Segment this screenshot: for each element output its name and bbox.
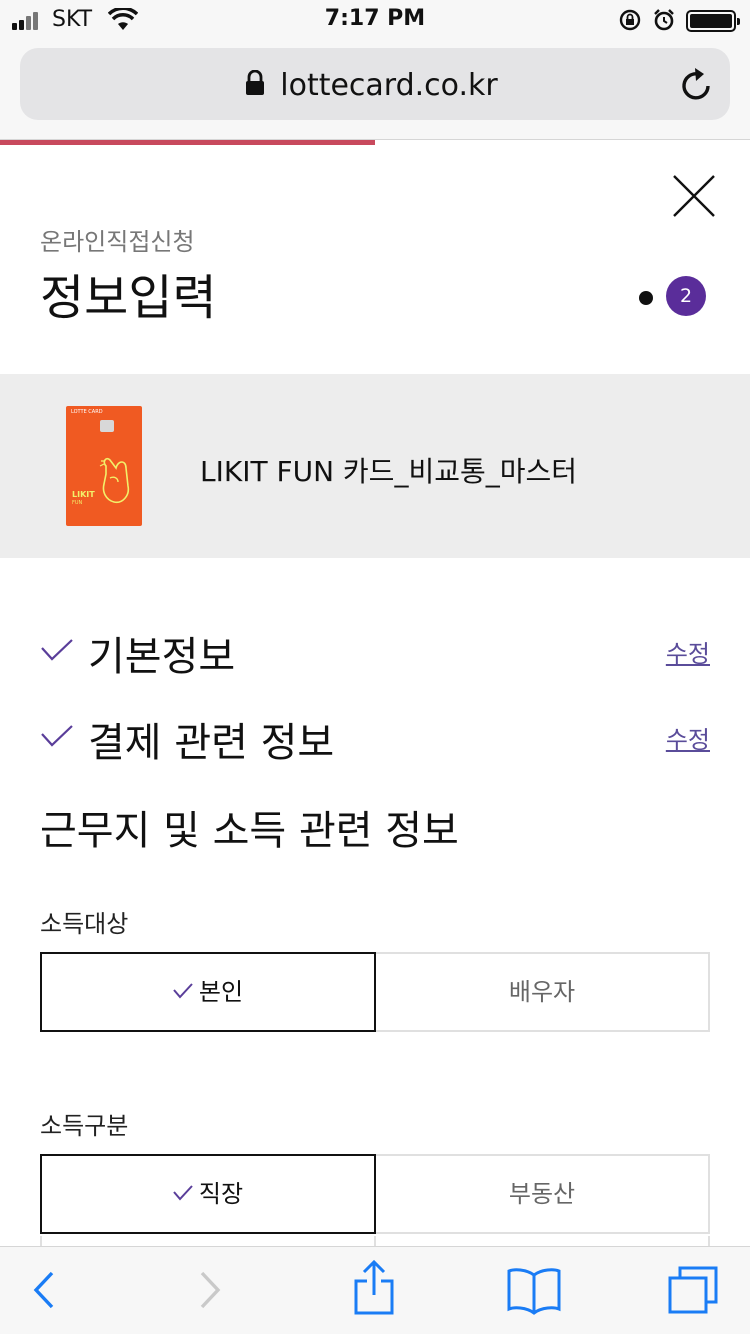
income-type-selector: 직장 부동산 (40, 1154, 710, 1234)
card-name: LIKIT FUN 카드_비교통_마스터 (200, 455, 578, 488)
browser-toolbar (0, 1246, 750, 1334)
finger-heart-icon (99, 457, 130, 504)
close-icon[interactable] (672, 174, 716, 218)
rotation-lock-icon (619, 9, 641, 31)
edit-basic-info-link[interactable]: 수정 (666, 634, 710, 669)
check-icon (173, 983, 193, 999)
option-label: 본인 (198, 978, 244, 1006)
battery-icon (686, 10, 740, 32)
card-brand: LOTTE CARD (71, 409, 103, 415)
check-icon (41, 639, 73, 661)
option-label: 부동산 (508, 1180, 576, 1208)
card-sub-label: FUN (72, 500, 83, 506)
browser-address-area: lottecard.co.kr (0, 40, 750, 140)
section-payment-info: 결제 관련 정보 수정 (40, 706, 710, 766)
page-subtitle: 온라인직접신청 (40, 228, 195, 256)
section-title: 기본정보 (88, 634, 236, 680)
income-target-label: 소득대상 (40, 910, 129, 938)
page-title: 정보입력 (40, 270, 217, 326)
current-section-title: 근무지 및 소득 관련 정보 (40, 808, 459, 854)
address-bar[interactable]: lottecard.co.kr (20, 48, 730, 120)
card-label: LIKIT (72, 490, 95, 499)
income-target-self-option[interactable]: 본인 (40, 952, 376, 1032)
check-icon (173, 1185, 193, 1201)
url-text: lottecard.co.kr (280, 68, 498, 103)
section-title: 결제 관련 정보 (88, 720, 335, 766)
step-badge: 2 (666, 276, 706, 316)
alarm-icon (654, 9, 674, 31)
edit-payment-info-link[interactable]: 수정 (666, 720, 710, 755)
check-icon (41, 725, 73, 747)
page: SKT 7:17 PM lottecard.co.kr 온라인직접신청 정보입력… (0, 0, 750, 1334)
card-summary-panel: LOTTE CARD LIKIT FUN LIKIT FUN 카드_비교통_마스… (0, 374, 750, 558)
card-image: LOTTE CARD LIKIT FUN (66, 406, 142, 526)
bookmarks-icon[interactable] (506, 1265, 562, 1315)
income-type-label: 소득구분 (40, 1112, 129, 1140)
option-label: 직장 (198, 1180, 244, 1208)
reload-icon[interactable] (680, 66, 714, 102)
forward-icon[interactable] (196, 1265, 226, 1315)
step-indicator-dot (639, 291, 653, 305)
share-icon[interactable] (352, 1259, 396, 1317)
status-bar: SKT 7:17 PM (0, 0, 750, 40)
card-chip (100, 420, 114, 432)
income-target-selector: 본인 배우자 (40, 952, 710, 1032)
tabs-icon[interactable] (666, 1265, 720, 1315)
income-type-work-option[interactable]: 직장 (40, 1154, 376, 1234)
page-load-progress (0, 140, 375, 145)
back-icon[interactable] (28, 1265, 58, 1315)
income-target-spouse-option[interactable]: 배우자 (374, 952, 710, 1032)
option-label: 배우자 (508, 978, 576, 1006)
section-basic-info: 기본정보 수정 (40, 620, 710, 680)
income-type-realestate-option[interactable]: 부동산 (374, 1154, 710, 1234)
